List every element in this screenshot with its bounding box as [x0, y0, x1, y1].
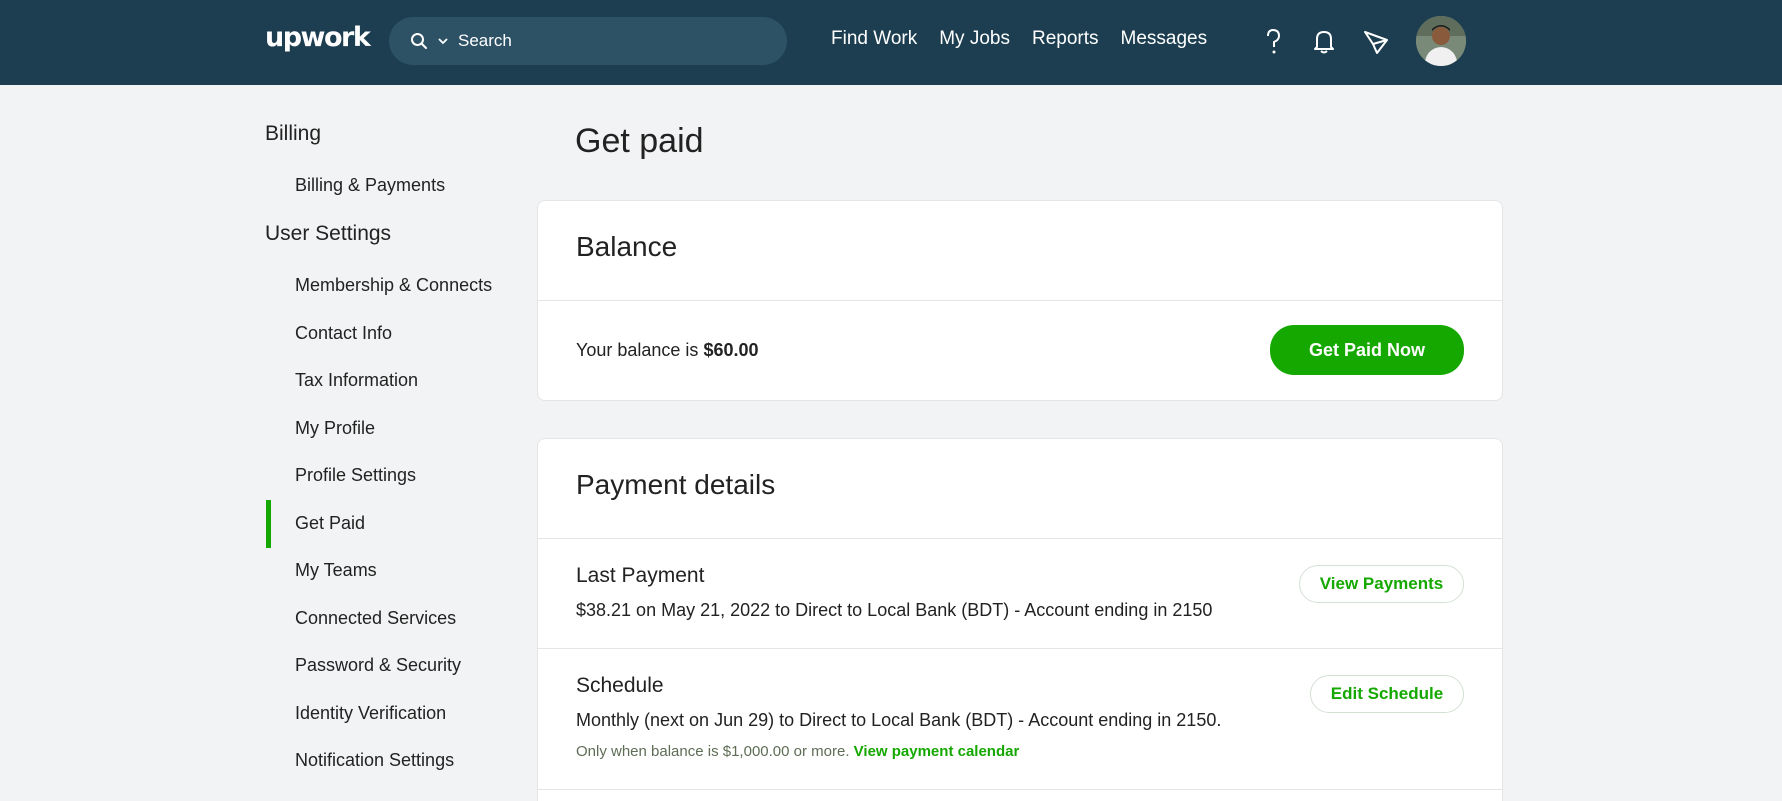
card-divider	[538, 648, 1502, 649]
sidebar-heading-user-settings: User Settings	[265, 222, 392, 245]
balance-label: Your balance is	[576, 340, 699, 360]
card-divider	[538, 789, 1502, 790]
sidebar-item-tax-information[interactable]: Tax Information	[295, 370, 418, 391]
balance-card: Balance Your balance is $60.00 Get Paid …	[537, 200, 1503, 401]
sidebar-item-billing-payments[interactable]: Billing & Payments	[295, 175, 445, 196]
sidebar-item-my-teams[interactable]: My Teams	[295, 560, 377, 581]
chevron-down-icon[interactable]	[437, 35, 449, 47]
payment-details-title: Payment details	[576, 469, 776, 500]
direct-contracts-icon[interactable]	[1361, 26, 1391, 56]
sidebar-item-identity-verification[interactable]: Identity Verification	[295, 703, 446, 724]
page-title: Get paid	[575, 122, 704, 160]
get-paid-now-button[interactable]: Get Paid Now	[1270, 325, 1464, 375]
user-avatar[interactable]	[1416, 16, 1466, 66]
sidebar-item-connected-services[interactable]: Connected Services	[295, 608, 456, 629]
schedule-heading: Schedule	[576, 674, 664, 697]
balance-text: Your balance is $60.00	[576, 340, 759, 361]
search-input[interactable]: Search	[458, 31, 512, 51]
schedule-note: Only when balance is $1,000.00 or more.	[576, 743, 850, 760]
card-divider	[538, 538, 1502, 539]
last-payment-text: $38.21 on May 21, 2022 to Direct to Loca…	[576, 600, 1213, 620]
search-bar[interactable]: Search	[389, 17, 787, 65]
schedule-note-line: Only when balance is $1,000.00 or more. …	[576, 743, 1019, 760]
nav-messages[interactable]: Messages	[1121, 28, 1208, 50]
top-navigation-bar: upwork Search Find Work My Jobs Reports …	[0, 0, 1782, 85]
view-payments-button[interactable]: View Payments	[1299, 565, 1464, 603]
sidebar-item-membership-connects[interactable]: Membership & Connects	[295, 275, 492, 296]
sidebar-item-contact-info[interactable]: Contact Info	[295, 323, 392, 344]
balance-amount: $60.00	[703, 340, 759, 360]
last-payment-heading: Last Payment	[576, 564, 705, 587]
payment-details-card: Payment details Last Payment $38.21 on M…	[537, 438, 1503, 801]
sidebar-active-indicator	[266, 500, 271, 548]
sidebar-item-profile-settings[interactable]: Profile Settings	[295, 465, 416, 486]
sidebar-item-get-paid[interactable]: Get Paid	[295, 513, 365, 534]
upwork-logo[interactable]: upwork	[265, 22, 371, 53]
notification-bell-icon[interactable]	[1309, 26, 1339, 56]
nav-find-work[interactable]: Find Work	[831, 28, 917, 50]
search-icon	[411, 33, 427, 49]
nav-reports[interactable]: Reports	[1032, 28, 1099, 50]
help-icon[interactable]	[1258, 26, 1288, 56]
schedule-text: Monthly (next on Jun 29) to Direct to Lo…	[576, 710, 1222, 730]
balance-title: Balance	[576, 231, 678, 262]
main-nav: Find Work My Jobs Reports Messages	[831, 28, 1229, 50]
sidebar-heading-billing: Billing	[265, 122, 322, 145]
view-payment-calendar-link[interactable]: View payment calendar	[854, 743, 1020, 760]
card-divider	[538, 300, 1502, 301]
sidebar-item-notification-settings[interactable]: Notification Settings	[295, 750, 454, 771]
sidebar-item-my-profile[interactable]: My Profile	[295, 418, 375, 439]
nav-my-jobs[interactable]: My Jobs	[939, 28, 1010, 50]
edit-schedule-button[interactable]: Edit Schedule	[1310, 675, 1464, 713]
avatar-image	[1416, 16, 1466, 66]
sidebar-item-password-security[interactable]: Password & Security	[295, 655, 461, 676]
